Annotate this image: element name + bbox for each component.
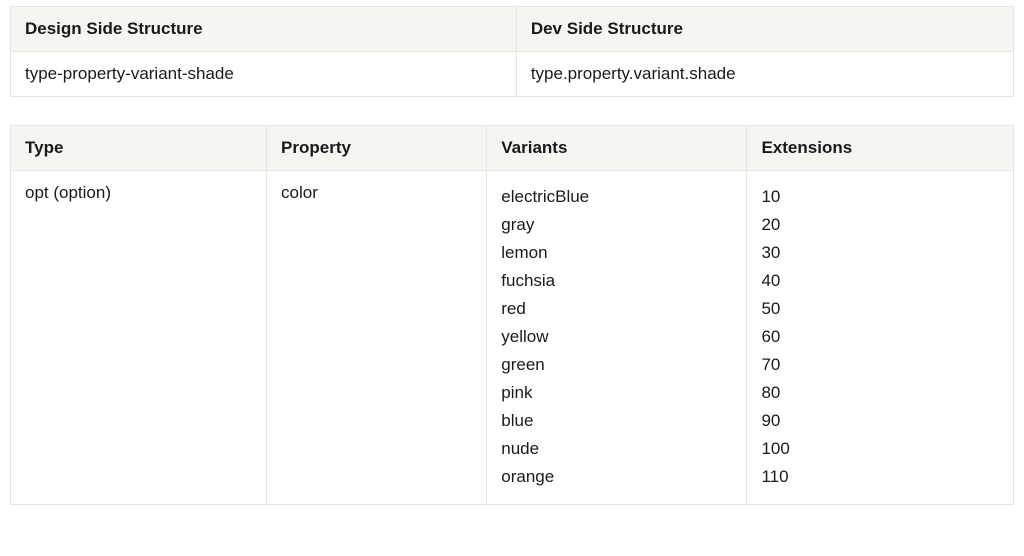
extension-item: 70 bbox=[761, 351, 999, 379]
structure-table: Design Side Structure Dev Side Structure… bbox=[10, 6, 1014, 97]
cell-extensions: 102030405060708090100110 bbox=[747, 171, 1014, 505]
variant-item: orange bbox=[501, 463, 732, 491]
table-row: opt (option) color electricBluegraylemon… bbox=[11, 171, 1014, 505]
variant-item: nude bbox=[501, 435, 732, 463]
header-design-structure: Design Side Structure bbox=[11, 7, 517, 52]
extension-item: 100 bbox=[761, 435, 999, 463]
variant-item: green bbox=[501, 351, 732, 379]
variant-item: pink bbox=[501, 379, 732, 407]
extension-item: 30 bbox=[761, 239, 999, 267]
extension-item: 10 bbox=[761, 183, 999, 211]
extension-item: 110 bbox=[761, 463, 999, 491]
cell-property: color bbox=[267, 171, 487, 505]
cell-variants: electricBluegraylemonfuchsiaredyellowgre… bbox=[487, 171, 747, 505]
variant-item: blue bbox=[501, 407, 732, 435]
header-type: Type bbox=[11, 126, 267, 171]
extension-item: 80 bbox=[761, 379, 999, 407]
header-property: Property bbox=[267, 126, 487, 171]
variant-item: yellow bbox=[501, 323, 732, 351]
variant-item: lemon bbox=[501, 239, 732, 267]
variant-item: gray bbox=[501, 211, 732, 239]
cell-type: opt (option) bbox=[11, 171, 267, 505]
header-dev-structure: Dev Side Structure bbox=[516, 7, 1013, 52]
extension-item: 20 bbox=[761, 211, 999, 239]
extension-item: 90 bbox=[761, 407, 999, 435]
header-extensions: Extensions bbox=[747, 126, 1014, 171]
table-row: type-property-variant-shade type.propert… bbox=[11, 52, 1014, 97]
token-table: Type Property Variants Extensions opt (o… bbox=[10, 125, 1014, 505]
cell-design-structure: type-property-variant-shade bbox=[11, 52, 517, 97]
extension-item: 40 bbox=[761, 267, 999, 295]
header-variants: Variants bbox=[487, 126, 747, 171]
variant-item: red bbox=[501, 295, 732, 323]
variant-item: fuchsia bbox=[501, 267, 732, 295]
extension-item: 50 bbox=[761, 295, 999, 323]
extension-item: 60 bbox=[761, 323, 999, 351]
cell-dev-structure: type.property.variant.shade bbox=[516, 52, 1013, 97]
variant-item: electricBlue bbox=[501, 183, 732, 211]
